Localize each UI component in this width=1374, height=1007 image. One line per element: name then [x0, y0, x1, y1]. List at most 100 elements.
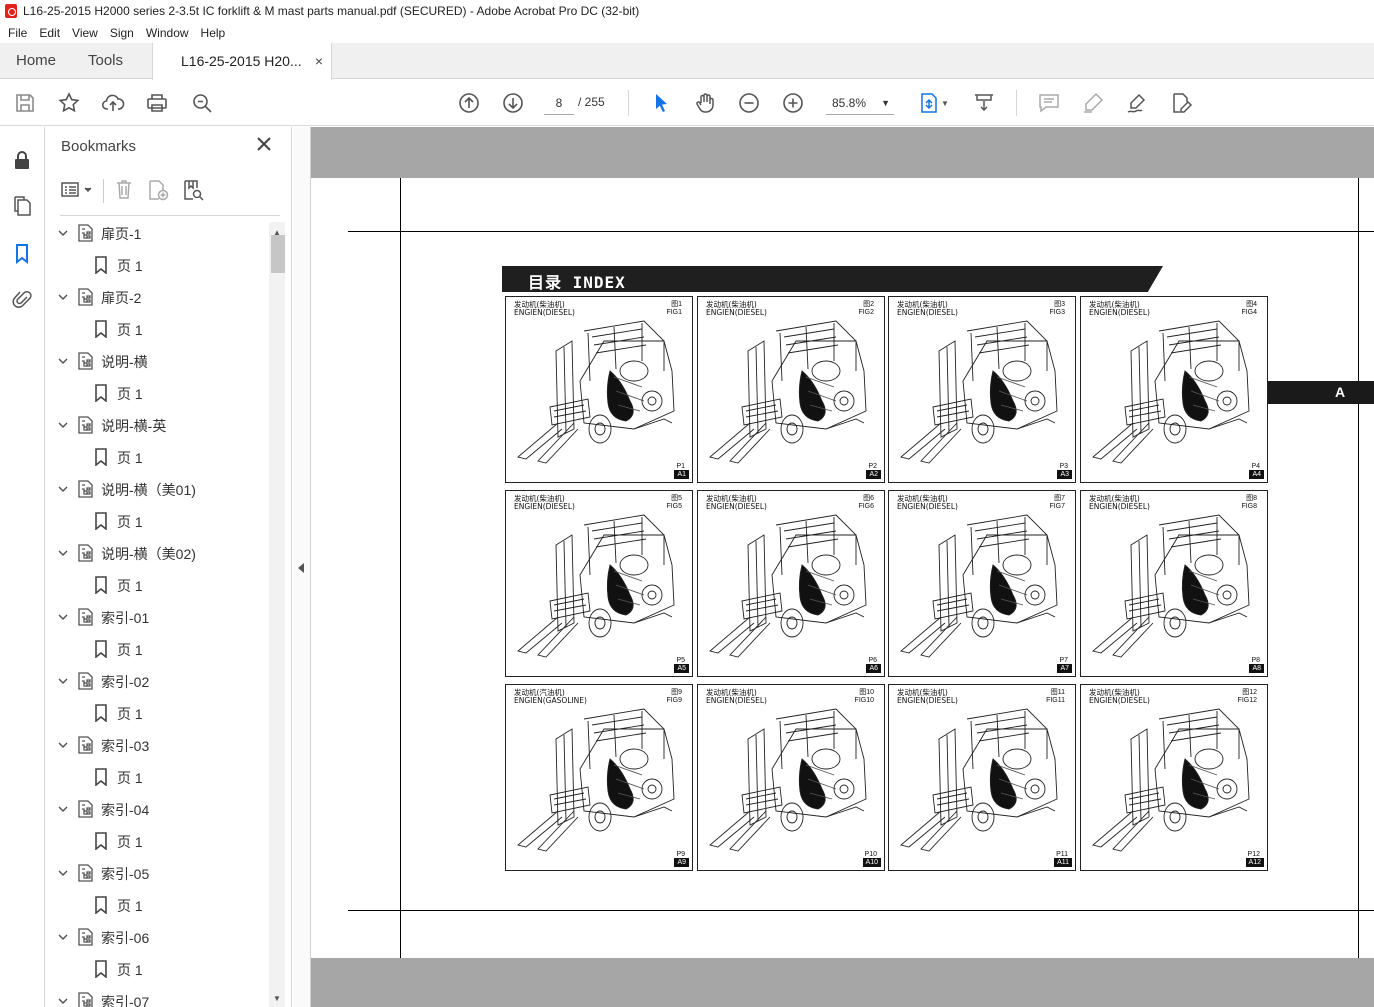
star-icon[interactable] — [57, 91, 81, 115]
close-icon[interactable] — [255, 135, 273, 153]
document-viewport[interactable]: 目录 INDEX A 发动机(柴油机) ENGIEN(DIESEL) 图1 FI… — [311, 127, 1374, 1007]
tab-tools[interactable]: Tools — [88, 43, 123, 79]
bookmark-group[interactable]: 索引-07 — [45, 985, 267, 1007]
chevron-down-icon[interactable] — [57, 354, 69, 366]
bookmark-group[interactable]: 索引-06 — [45, 921, 267, 953]
highlight-pen-icon[interactable] — [1081, 91, 1105, 115]
next-page-icon[interactable] — [501, 91, 525, 115]
bookmark-item[interactable]: 页 1 — [45, 441, 267, 473]
bookmark-group[interactable]: 扉页-1 — [45, 217, 267, 249]
collapse-panel-handle[interactable] — [293, 127, 311, 1007]
figure-thumbnail[interactable]: 发动机(柴油机) ENGIEN(DIESEL) 图12 FIG12 P12 A1… — [1080, 684, 1268, 871]
zoom-out-icon[interactable] — [737, 91, 761, 115]
bookmark-item[interactable]: 页 1 — [45, 569, 267, 601]
find-bookmark-icon[interactable] — [181, 178, 205, 202]
chevron-down-icon[interactable] — [57, 866, 69, 878]
menu-sign[interactable]: Sign — [110, 26, 134, 40]
options-menu-icon[interactable] — [61, 181, 95, 199]
zoom-level-dropdown[interactable]: 85.8% ▼ — [826, 91, 894, 115]
bookmarks-scrollbar[interactable]: ▲ ▼ — [269, 222, 285, 1007]
window-title: L16-25-2015 H2000 series 2-3.5t IC forkl… — [23, 4, 640, 18]
bookmark-label: 索引-01 — [101, 610, 150, 626]
chevron-down-icon[interactable] — [57, 418, 69, 430]
bookmark-group[interactable]: 扉页-2 — [45, 281, 267, 313]
chevron-down-icon[interactable] — [57, 290, 69, 302]
scrollbar-thumb[interactable] — [271, 235, 285, 273]
tab-home[interactable]: Home — [16, 43, 56, 79]
attachment-icon[interactable] — [11, 288, 33, 310]
bookmark-item[interactable]: 页 1 — [45, 633, 267, 665]
new-bookmark-icon[interactable] — [146, 178, 170, 202]
hand-tool-icon[interactable] — [693, 91, 717, 115]
tab-document[interactable]: L16-25-2015 H20... × — [152, 43, 332, 80]
bookmark-item[interactable]: 页 1 — [45, 313, 267, 345]
menu-help[interactable]: Help — [201, 26, 226, 40]
bookmark-item[interactable]: 页 1 — [45, 953, 267, 985]
bookmark-item[interactable]: 页 1 — [45, 505, 267, 537]
chevron-down-icon[interactable] — [57, 674, 69, 686]
bookmark-icon — [93, 896, 109, 915]
bookmark-item[interactable]: 页 1 — [45, 889, 267, 921]
chevron-down-icon[interactable] — [57, 994, 69, 1006]
menu-file[interactable]: File — [8, 26, 27, 40]
fit-page-icon[interactable] — [917, 91, 941, 115]
bookmark-group[interactable]: 索引-01 — [45, 601, 267, 633]
bookmark-tree-icon — [78, 544, 94, 562]
bookmark-item[interactable]: 页 1 — [45, 377, 267, 409]
close-tab-icon[interactable]: × — [315, 43, 323, 79]
page-number-input[interactable] — [544, 91, 574, 115]
menu-window[interactable]: Window — [146, 26, 189, 40]
chevron-down-icon[interactable] — [57, 482, 69, 494]
figure-thumbnail[interactable]: 发动机(柴油机) ENGIEN(DIESEL) 图11 FIG11 P11 A1… — [888, 684, 1076, 871]
figure-thumbnail[interactable]: 发动机(柴油机) ENGIEN(DIESEL) 图10 FIG10 P10 A1… — [697, 684, 885, 871]
sign-pen-icon[interactable] — [1125, 91, 1149, 115]
chevron-down-icon[interactable] — [57, 802, 69, 814]
bookmark-item[interactable]: 页 1 — [45, 249, 267, 281]
chevron-down-icon[interactable] — [57, 610, 69, 622]
print-icon[interactable] — [145, 91, 169, 115]
figure-thumbnail[interactable]: 发动机(汽油机) ENGIEN(GASOLINE) 图9 FIG9 P9 A9 — [505, 684, 693, 871]
bookmark-group[interactable]: 索引-02 — [45, 665, 267, 697]
select-pointer-icon[interactable] — [649, 91, 673, 115]
bookmark-group[interactable]: 说明-横（美01) — [45, 473, 267, 505]
figure-thumbnail[interactable]: 发动机(柴油机) ENGIEN(DIESEL) 图5 FIG5 P5 A5 — [505, 490, 693, 677]
scroll-mode-icon[interactable] — [972, 91, 996, 115]
chevron-down-icon[interactable] — [57, 226, 69, 238]
bookmark-group[interactable]: 索引-05 — [45, 857, 267, 889]
previous-page-icon[interactable] — [457, 91, 481, 115]
bookmark-group[interactable]: 说明-横（美02) — [45, 537, 267, 569]
fill-sign-icon[interactable] — [1169, 91, 1193, 115]
search-zoom-icon[interactable] — [190, 91, 214, 115]
comment-icon[interactable] — [1037, 91, 1061, 115]
figure-thumbnail[interactable]: 发动机(柴油机) ENGIEN(DIESEL) 图2 FIG2 P2 A2 — [697, 296, 885, 483]
bookmark-item[interactable]: 页 1 — [45, 825, 267, 857]
figure-thumbnail[interactable]: 发动机(柴油机) ENGIEN(DIESEL) 图6 FIG6 P6 A6 — [697, 490, 885, 677]
figure-thumbnail[interactable]: 发动机(柴油机) ENGIEN(DIESEL) 图4 FIG4 P4 A4 — [1080, 296, 1268, 483]
figure-thumbnail[interactable]: 发动机(柴油机) ENGIEN(DIESEL) 图1 FIG1 P1 A1 — [505, 296, 693, 483]
bookmark-group[interactable]: 索引-04 — [45, 793, 267, 825]
figure-thumbnail[interactable]: 发动机(柴油机) ENGIEN(DIESEL) 图8 FIG8 P8 A8 — [1080, 490, 1268, 677]
bookmark-item[interactable]: 页 1 — [45, 697, 267, 729]
menu-view[interactable]: View — [72, 26, 98, 40]
bookmark-group[interactable]: 说明-横 — [45, 345, 267, 377]
chevron-down-icon[interactable] — [57, 546, 69, 558]
bookmark-group[interactable]: 索引-03 — [45, 729, 267, 761]
bookmark-panel-icon[interactable] — [11, 242, 33, 265]
chevron-down-icon[interactable] — [57, 738, 69, 750]
bookmark-item[interactable]: 页 1 — [45, 761, 267, 793]
bookmark-group[interactable]: 说明-横-英 — [45, 409, 267, 441]
chevron-down-icon[interactable]: ▼ — [941, 99, 949, 108]
upload-cloud-icon[interactable] — [101, 91, 125, 115]
delete-bookmark-icon[interactable] — [114, 178, 134, 200]
page-thumbnails-icon[interactable] — [11, 195, 33, 217]
page-border-line — [348, 910, 1374, 911]
chevron-down-icon[interactable] — [57, 930, 69, 942]
bookmark-icon — [93, 640, 109, 659]
zoom-in-icon[interactable] — [781, 91, 805, 115]
lock-icon[interactable] — [11, 149, 33, 171]
save-icon[interactable] — [13, 91, 37, 115]
figure-thumbnail[interactable]: 发动机(柴油机) ENGIEN(DIESEL) 图7 FIG7 P7 A7 — [888, 490, 1076, 677]
menu-edit[interactable]: Edit — [39, 26, 60, 40]
scroll-down-icon[interactable]: ▼ — [273, 994, 281, 1003]
figure-thumbnail[interactable]: 发动机(柴油机) ENGIEN(DIESEL) 图3 FIG3 P3 A3 — [888, 296, 1076, 483]
